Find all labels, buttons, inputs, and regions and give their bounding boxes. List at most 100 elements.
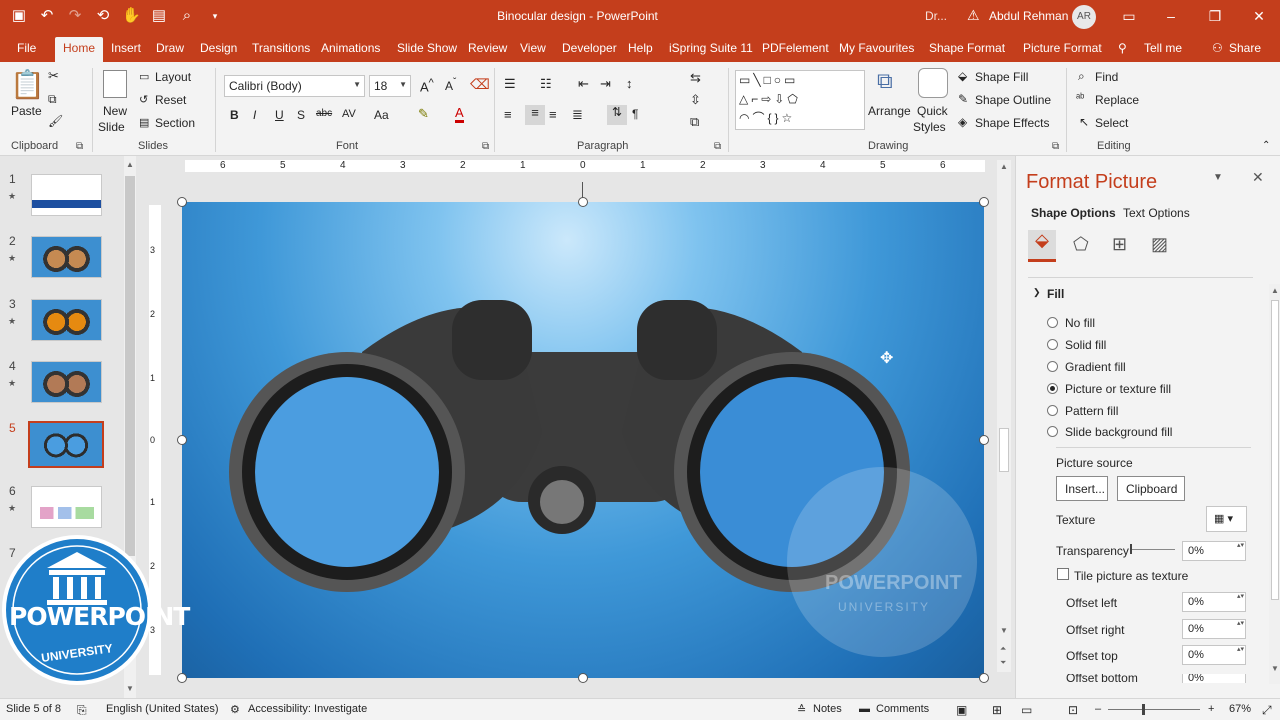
- drawing-launcher-icon[interactable]: ⧉: [1052, 141, 1059, 152]
- new-slide-label-2[interactable]: Slide: [98, 120, 125, 134]
- fill-line-icon[interactable]: ⬙: [1028, 230, 1056, 262]
- user-name[interactable]: Abdul Rehman: [989, 9, 1068, 23]
- scroll-up-icon[interactable]: ▲: [126, 160, 134, 169]
- tab-ispring[interactable]: iSpring Suite 11: [669, 41, 753, 55]
- radio-button[interactable]: [1047, 383, 1058, 394]
- align-left-icon[interactable]: ≡: [504, 107, 512, 122]
- scroll-thumb[interactable]: [999, 428, 1009, 472]
- comments-button[interactable]: Comments: [876, 703, 929, 715]
- shape-outline-button[interactable]: Shape Outline: [975, 93, 1051, 107]
- arrange-button[interactable]: Arrange: [868, 104, 911, 118]
- character-spacing-icon[interactable]: AV: [342, 108, 356, 120]
- tab-view[interactable]: View: [520, 41, 546, 55]
- slide-thumbnail-2[interactable]: [31, 236, 102, 278]
- text-direction-icon[interactable]: ⇅: [607, 105, 627, 125]
- previous-slide-icon[interactable]: ⏶: [1000, 644, 1006, 654]
- share-button[interactable]: Share: [1229, 41, 1261, 55]
- font-name-dropdown[interactable]: Calibri (Body) ▼: [224, 75, 365, 97]
- tab-picture-format[interactable]: Picture Format: [1023, 41, 1102, 55]
- new-slide-icon[interactable]: [103, 70, 127, 98]
- slide-thumbnail-6[interactable]: [31, 486, 102, 528]
- decrease-indent-icon[interactable]: ⇤: [578, 76, 589, 92]
- zoom-in-button[interactable]: +: [1208, 703, 1214, 715]
- align-right-icon[interactable]: ≡: [549, 107, 557, 122]
- shadow-button[interactable]: S: [297, 108, 305, 122]
- cut-icon[interactable]: ✂: [48, 68, 59, 84]
- offset-left-input[interactable]: 0%: [1182, 592, 1246, 612]
- tab-home[interactable]: Home: [55, 37, 104, 62]
- transparency-slider-thumb[interactable]: [1130, 544, 1132, 554]
- resize-handle[interactable]: [578, 673, 588, 683]
- line-spacing-icon[interactable]: ↕: [626, 76, 633, 91]
- clipboard-launcher-icon[interactable]: ⧉: [76, 141, 83, 152]
- tell-me-search[interactable]: Tell me: [1144, 41, 1182, 55]
- numbering-icon[interactable]: ☷: [540, 76, 552, 92]
- reset-button[interactable]: Reset: [155, 93, 186, 107]
- transparency-slider-track[interactable]: [1132, 549, 1175, 550]
- scroll-down-icon[interactable]: ▼: [1271, 664, 1279, 673]
- resize-handle[interactable]: [979, 197, 989, 207]
- designer-label[interactable]: Dr...: [925, 9, 947, 23]
- picture-icon[interactable]: ▨: [1151, 234, 1168, 255]
- tab-animations[interactable]: Animations: [321, 41, 380, 55]
- gradient-fill-option[interactable]: Gradient fill: [1047, 360, 1126, 374]
- arrange-icon[interactable]: ⧉: [877, 68, 893, 94]
- resize-handle[interactable]: [979, 673, 989, 683]
- tab-shape-format[interactable]: Shape Format: [929, 41, 1005, 55]
- zoom-slider-thumb[interactable]: [1142, 704, 1145, 715]
- text-direction-2-icon[interactable]: ⇆: [690, 70, 701, 86]
- tab-slide-show[interactable]: Slide Show: [397, 41, 457, 55]
- slide-canvas[interactable]: POWERPOINT UNIVERSITY ✥: [182, 202, 984, 678]
- insert-picture-button[interactable]: Insert...: [1056, 476, 1108, 501]
- scroll-up-icon[interactable]: ▲: [1000, 162, 1008, 171]
- fit-to-window-icon[interactable]: ⤢: [1262, 703, 1272, 718]
- slide-thumbnail-1[interactable]: [31, 174, 102, 216]
- tab-text-options[interactable]: Text Options: [1123, 206, 1190, 220]
- find-button[interactable]: Find: [1095, 70, 1118, 84]
- zoom-out-button[interactable]: –: [1095, 703, 1101, 715]
- transparency-input[interactable]: 0%: [1182, 541, 1246, 561]
- section-button[interactable]: Section: [155, 116, 195, 130]
- tab-shape-options[interactable]: Shape Options: [1031, 206, 1116, 220]
- slide-thumbnail-4[interactable]: [31, 361, 102, 403]
- slideshow-icon[interactable]: ⊡: [1068, 703, 1078, 717]
- pane-scrollbar[interactable]: ▲ ▼: [1269, 284, 1280, 684]
- fill-section-header[interactable]: Fill: [1047, 287, 1064, 301]
- slide-count[interactable]: Slide 5 of 8: [6, 703, 61, 715]
- no-fill-option[interactable]: No fill: [1047, 316, 1095, 330]
- increase-indent-icon[interactable]: ⇥: [600, 76, 611, 92]
- notes-button[interactable]: Notes: [813, 703, 842, 715]
- resize-handle[interactable]: [578, 197, 588, 207]
- resize-handle[interactable]: [979, 435, 989, 445]
- justify-icon[interactable]: ≣: [572, 107, 583, 123]
- avatar[interactable]: AR: [1072, 5, 1096, 29]
- spelling-icon[interactable]: ⎘: [77, 703, 87, 718]
- size-properties-icon[interactable]: ⊞: [1112, 234, 1127, 255]
- resize-handle[interactable]: [177, 197, 187, 207]
- align-text-icon[interactable]: ⇳: [690, 92, 701, 108]
- collapse-chevron-icon[interactable]: ❯: [1033, 287, 1041, 298]
- tile-checkbox[interactable]: [1057, 568, 1069, 580]
- replace-button[interactable]: Replace: [1095, 93, 1139, 107]
- collapse-ribbon-icon[interactable]: ⌃: [1262, 140, 1270, 151]
- radio-button[interactable]: [1047, 339, 1058, 350]
- paragraph-mark-icon[interactable]: ¶: [632, 107, 638, 121]
- select-button[interactable]: Select: [1095, 116, 1128, 130]
- zoom-slider-track[interactable]: [1108, 709, 1200, 710]
- slide-background-fill-option[interactable]: Slide background fill: [1047, 425, 1172, 439]
- decrease-font-icon[interactable]: Aˇ: [445, 77, 456, 93]
- texture-picker[interactable]: ▦ ▾: [1206, 506, 1247, 532]
- minimize-icon[interactable]: –: [1161, 6, 1181, 26]
- resize-handle[interactable]: [177, 435, 187, 445]
- underline-button[interactable]: U: [275, 108, 284, 122]
- paste-button[interactable]: Paste: [11, 104, 42, 118]
- radio-button[interactable]: [1047, 361, 1058, 372]
- layout-button[interactable]: Layout: [155, 70, 191, 84]
- canvas-scrollbar[interactable]: ▲ ▼ ⏶ ⏷: [997, 160, 1011, 672]
- maximize-icon[interactable]: ❐: [1205, 6, 1225, 26]
- zoom-level[interactable]: 67%: [1229, 703, 1251, 715]
- quick-styles-label-1[interactable]: Quick: [917, 104, 948, 118]
- scroll-down-icon[interactable]: ▼: [1000, 626, 1008, 635]
- tab-pdfelement[interactable]: PDFelement: [762, 41, 829, 55]
- align-center-icon[interactable]: ≡: [525, 105, 545, 125]
